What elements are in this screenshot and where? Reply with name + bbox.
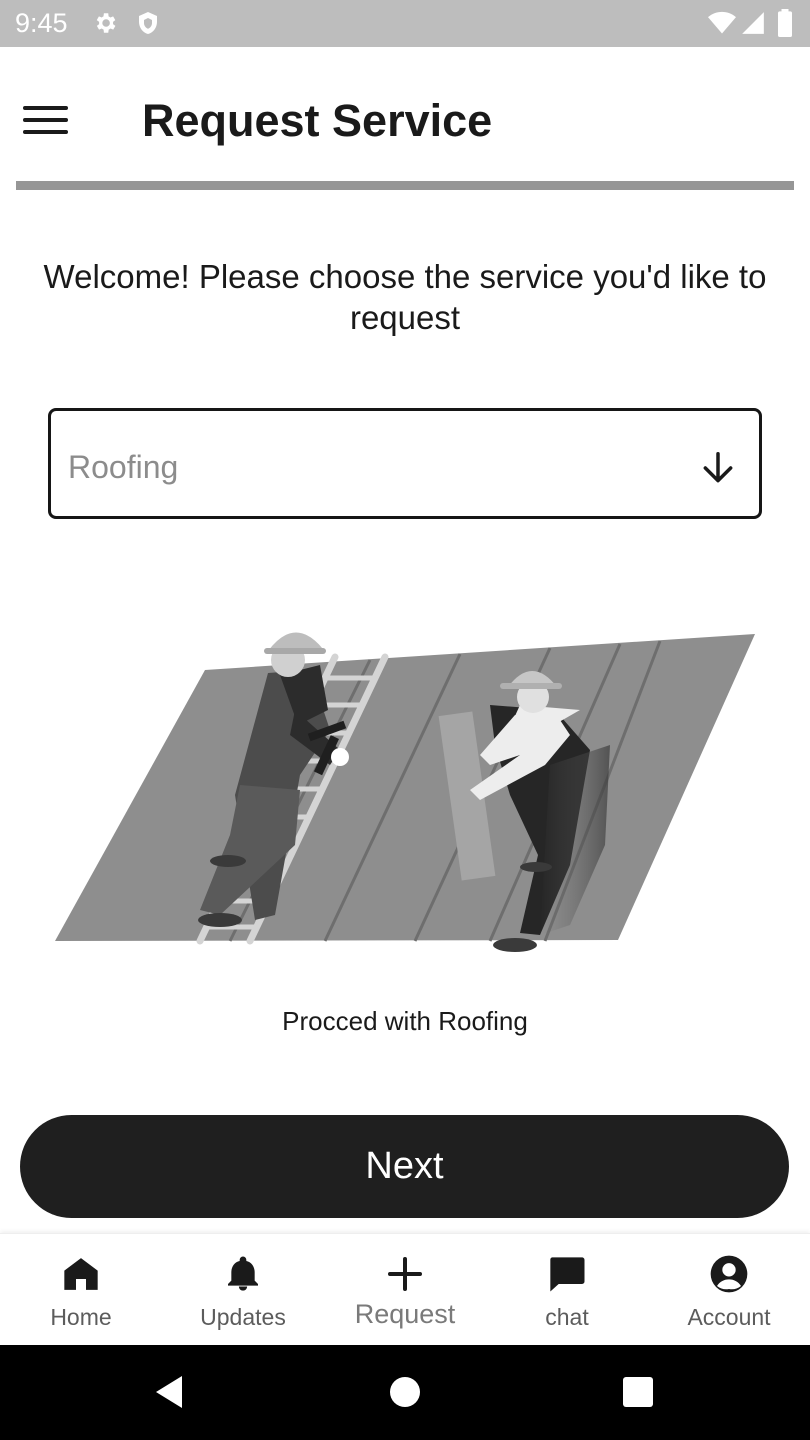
service-dropdown-value: Roofing bbox=[68, 449, 179, 485]
roofers-illustration bbox=[55, 632, 755, 952]
page-title: Request Service bbox=[142, 95, 493, 146]
nav-item-home[interactable]: Home bbox=[0, 1234, 162, 1346]
wifi-icon bbox=[708, 11, 736, 34]
back-icon[interactable] bbox=[150, 1372, 190, 1412]
hamburger-menu-icon[interactable] bbox=[20, 99, 72, 139]
arrow-down-icon bbox=[703, 452, 733, 483]
signal-icon bbox=[742, 12, 764, 34]
home-circle-icon[interactable] bbox=[385, 1372, 425, 1412]
nav-item-updates[interactable]: Updates bbox=[162, 1234, 324, 1346]
nav-item-request[interactable]: Request bbox=[324, 1234, 486, 1346]
battery-icon bbox=[778, 9, 792, 37]
home-icon bbox=[64, 1258, 98, 1290]
header-divider bbox=[16, 181, 794, 190]
chat-icon bbox=[550, 1257, 585, 1292]
bell-icon bbox=[228, 1256, 258, 1291]
recents-icon[interactable] bbox=[618, 1372, 658, 1412]
next-button[interactable]: Next bbox=[20, 1115, 789, 1218]
bottom-navigation: Home Updates Request chat Account bbox=[0, 1233, 810, 1345]
nav-item-account[interactable]: Account bbox=[648, 1234, 810, 1346]
settings-icon bbox=[96, 13, 116, 33]
nav-label-home: Home bbox=[50, 1304, 112, 1330]
service-dropdown[interactable]: Roofing bbox=[48, 408, 762, 519]
nav-label-account: Account bbox=[687, 1304, 771, 1330]
welcome-message: Welcome! Please choose the service you'd… bbox=[43, 258, 767, 336]
nav-label-updates: Updates bbox=[200, 1304, 286, 1330]
account-icon bbox=[710, 1255, 748, 1293]
status-bar: 9:45 bbox=[0, 0, 810, 47]
plus-icon bbox=[388, 1257, 422, 1291]
proceed-text: Procced with Roofing bbox=[282, 1006, 528, 1036]
nav-label-request: Request bbox=[354, 1299, 456, 1329]
nav-label-chat: chat bbox=[545, 1304, 589, 1330]
shield-icon bbox=[139, 12, 157, 34]
status-time: 9:45 bbox=[15, 8, 68, 38]
system-navigation-bar bbox=[0, 1345, 810, 1440]
nav-item-chat[interactable]: chat bbox=[486, 1234, 648, 1346]
app-bar: Request Service bbox=[0, 47, 810, 181]
